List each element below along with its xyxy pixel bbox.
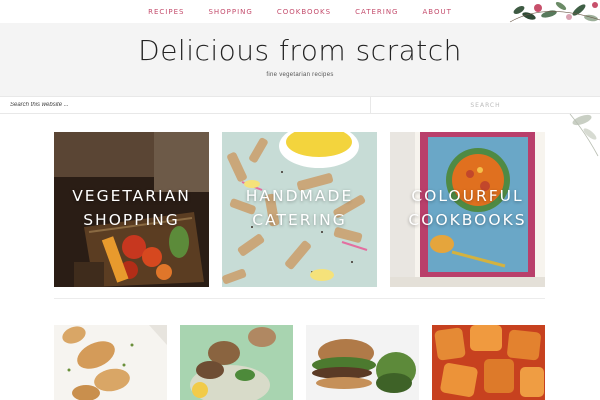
feature-label: COLOURFUL COOKBOOKS <box>390 184 545 232</box>
feature-label-line2: SHOPPING <box>83 211 180 229</box>
search-bar: SEARCH <box>0 96 600 114</box>
nav-item-recipes[interactable]: RECIPES <box>136 8 196 16</box>
recipe-thumbnail[interactable] <box>306 325 419 400</box>
search-input[interactable] <box>0 97 371 113</box>
feature-label-line1: VEGETARIAN <box>72 187 191 205</box>
feature-colourful-cookbooks[interactable]: COLOURFUL COOKBOOKS <box>390 132 545 287</box>
nav-item-catering[interactable]: CATERING <box>343 8 410 16</box>
feature-label: VEGETARIAN SHOPPING <box>54 184 209 232</box>
site-tagline: fine vegetarian recipes <box>266 72 334 78</box>
nav-item-shopping[interactable]: SHOPPING <box>196 8 264 16</box>
feature-label-line1: COLOURFUL <box>411 187 524 205</box>
nav-item-about[interactable]: ABOUT <box>410 8 463 16</box>
feature-vegetarian-shopping[interactable]: VEGETARIAN SHOPPING <box>54 132 209 287</box>
roasted-vegetables-image <box>432 325 545 400</box>
recipe-thumbnail[interactable] <box>54 325 167 400</box>
search-button[interactable]: SEARCH <box>371 97 600 113</box>
feature-handmade-catering[interactable]: HANDMADE CATERING <box>222 132 377 287</box>
feature-label: HANDMADE CATERING <box>222 184 377 232</box>
burger-image <box>306 325 419 400</box>
nav-item-cookbooks[interactable]: COOKBOOKS <box>265 8 343 16</box>
site-title[interactable]: Delicious from scratch <box>0 35 600 67</box>
section-divider <box>54 298 545 299</box>
floral-decoration-icon <box>569 113 599 157</box>
flatbread-image <box>180 325 293 400</box>
feature-label-line2: COOKBOOKS <box>408 211 527 229</box>
recipe-thumbnail[interactable] <box>180 325 293 400</box>
feature-label-line1: HANDMADE <box>245 187 354 205</box>
site-header: Delicious from scratch fine vegetarian r… <box>0 23 600 96</box>
empanadas-image <box>54 325 167 400</box>
feature-label-line2: CATERING <box>252 211 347 229</box>
recipe-thumbnail[interactable] <box>432 325 545 400</box>
